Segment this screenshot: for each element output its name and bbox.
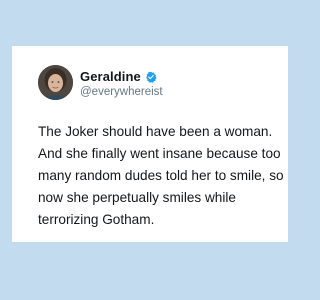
user-handle[interactable]: @everywhereist <box>80 86 163 98</box>
tweet-text-line: And she finally went insane because too <box>38 146 281 161</box>
avatar-photo <box>38 65 73 100</box>
tweet-text-line: The Joker should have been a woman. <box>38 124 273 139</box>
tweet-text: The Joker should have been a woman. And … <box>38 121 284 231</box>
tweet-text-line: many random dudes told her to smile, so <box>38 168 284 183</box>
tweet-text-line: now she perpetually smiles while <box>38 190 236 205</box>
avatar[interactable] <box>38 65 73 100</box>
name-row: Geraldine <box>80 68 157 84</box>
tweet-text-line: terrorizing Gotham. <box>38 212 155 227</box>
verified-badge-icon <box>145 70 157 83</box>
display-name[interactable]: Geraldine <box>80 69 141 84</box>
tweet-card: Geraldine @everywhereist The Joker shoul… <box>12 46 288 242</box>
